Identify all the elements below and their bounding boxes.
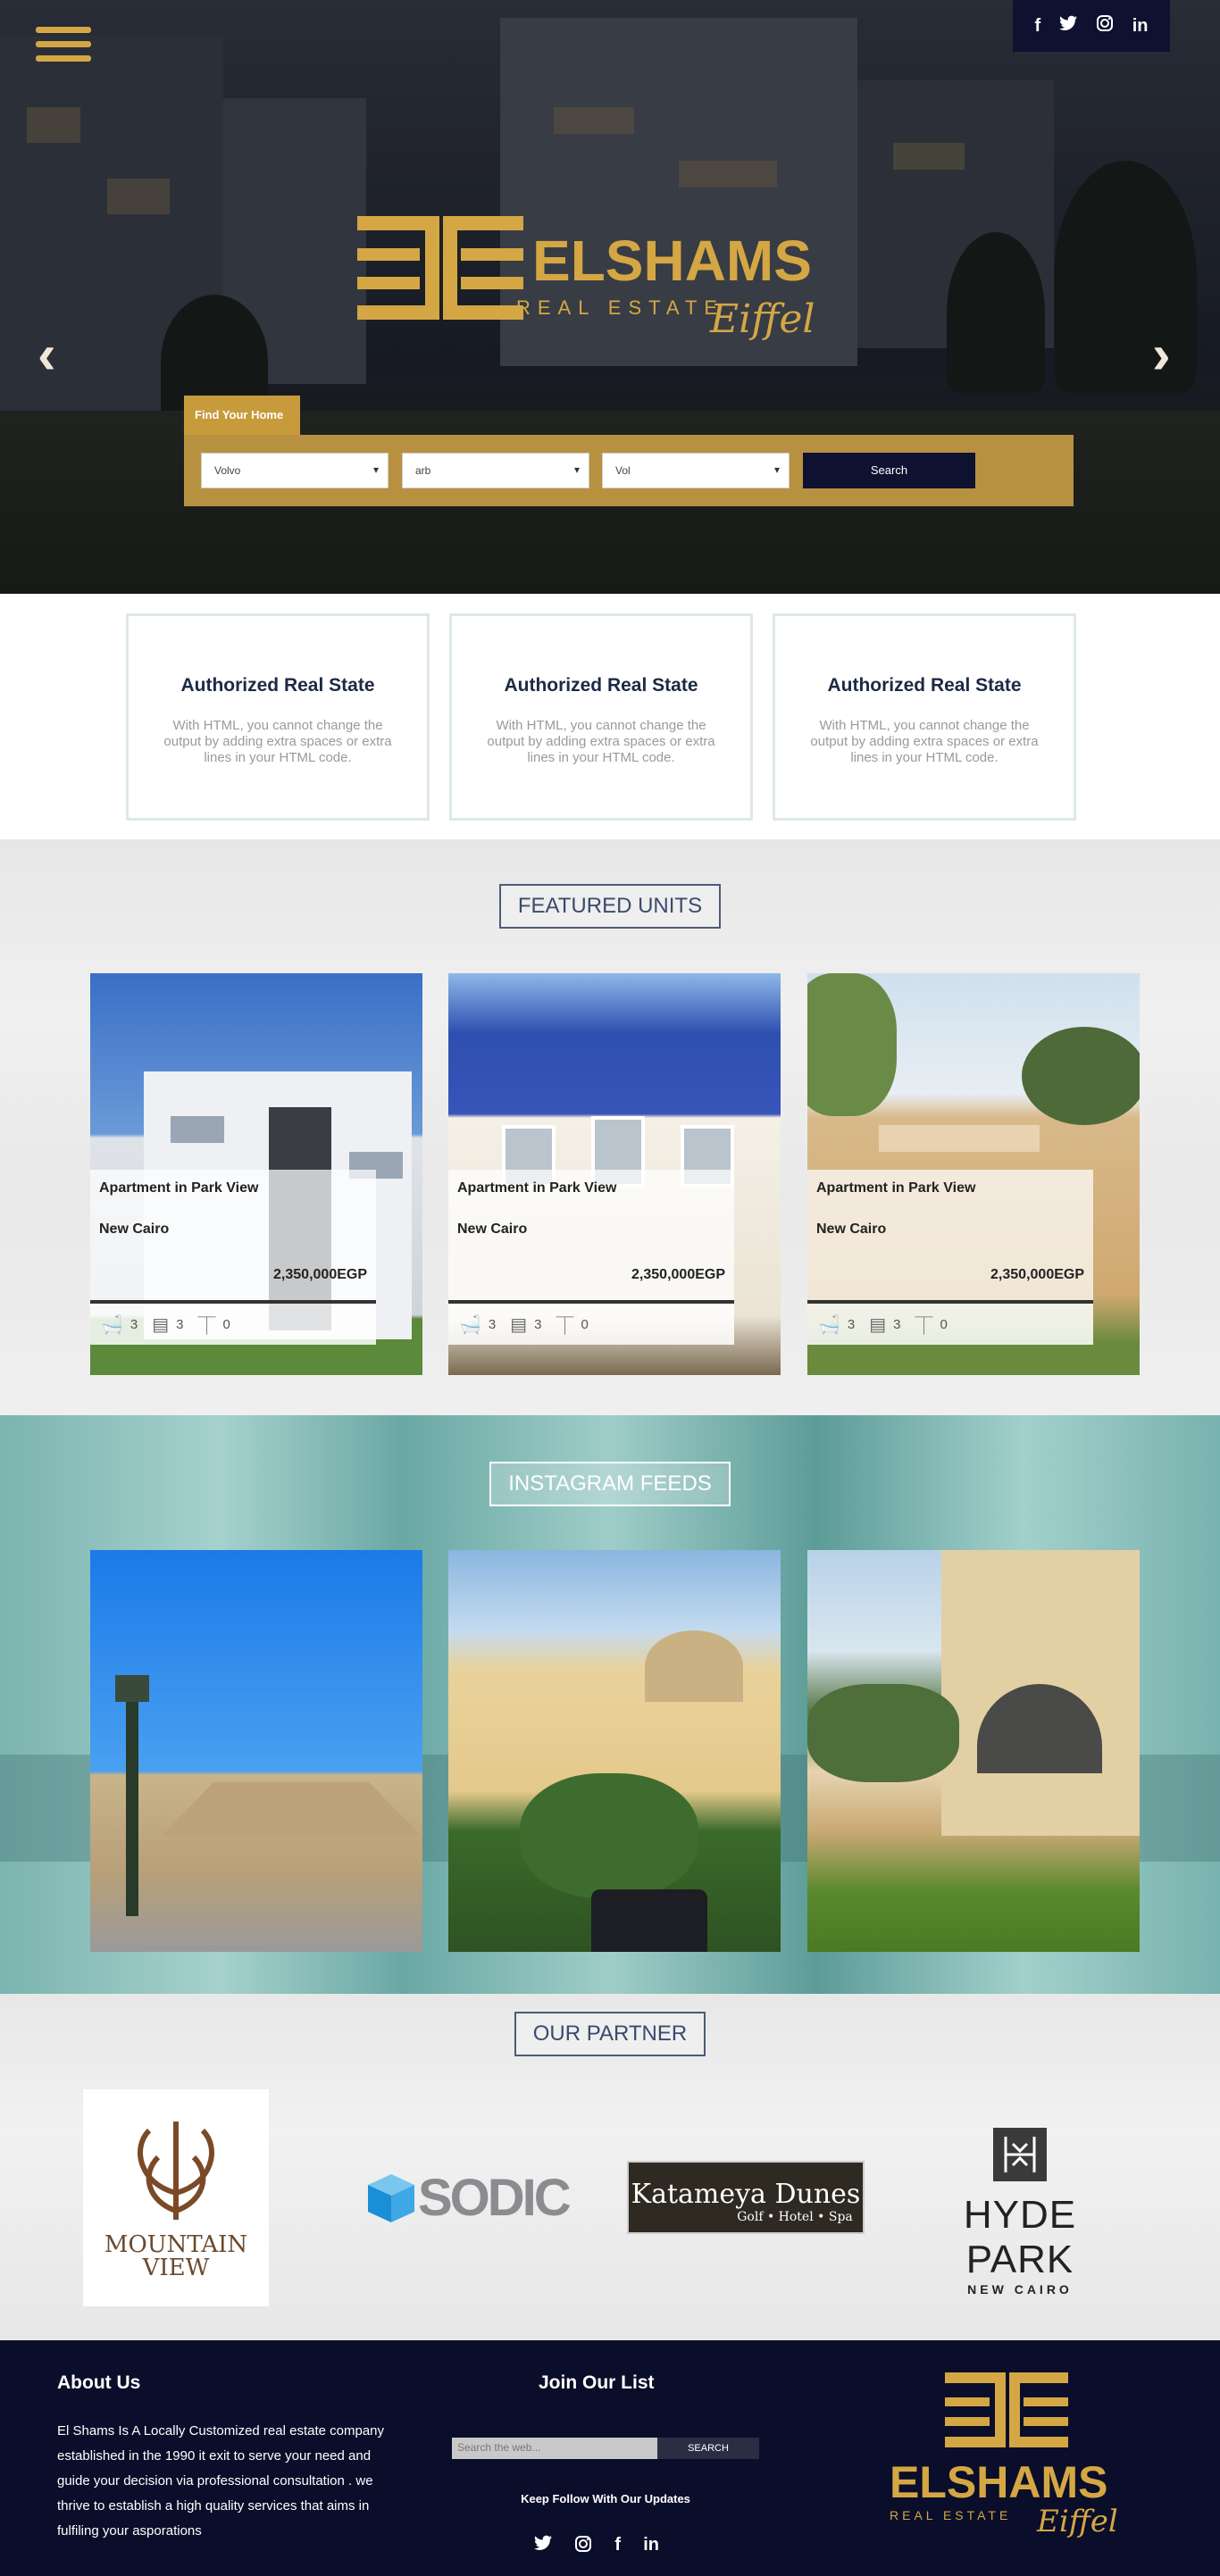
toilet-icon: ⏉ (915, 1316, 933, 1337)
instagram-icon[interactable] (574, 2535, 592, 2558)
logo-sub-text: REAL ESTATE (516, 296, 724, 319)
feature-title: Authorized Real State (827, 675, 1022, 696)
select-filter-1[interactable]: Volvo (201, 453, 389, 488)
unit-price: 2,350,000EGP (631, 1267, 725, 1282)
facebook-icon[interactable]: f (1034, 16, 1040, 37)
instagram-post[interactable] (448, 1550, 781, 1952)
social-bar: f in (1013, 0, 1170, 52)
feature-box: Authorized Real State With HTML, you can… (126, 613, 430, 821)
mountain-view-emblem-icon (138, 2122, 214, 2220)
feature-box: Authorized Real State With HTML, you can… (773, 613, 1076, 821)
select-filter-3[interactable]: Vol (602, 453, 790, 488)
facebook-icon[interactable]: f (614, 2535, 621, 2558)
elshams-logo: ELSHAMS REAL ESTATE Eiffel (357, 216, 815, 342)
footer-social: f in (534, 2535, 659, 2558)
unit-amenities: 🛁 3 ▤ 3 ⏉ 0 (448, 1304, 734, 1345)
toilet-icon: ⏉ (556, 1316, 574, 1337)
unit-location: New Cairo (99, 1221, 170, 1237)
join-title: Join Our List (539, 2372, 655, 2393)
instagram-post[interactable] (807, 1550, 1140, 1952)
footer: About Us El Shams Is A Locally Customize… (0, 2340, 1220, 2576)
linkedin-icon[interactable]: in (1132, 16, 1149, 37)
unit-price: 2,350,000EGP (990, 1267, 1084, 1282)
sodic-text: SODIC (418, 2168, 572, 2227)
partners-title: OUR PARTNER (514, 2012, 706, 2056)
unit-location: New Cairo (816, 1221, 887, 1237)
bed-icon: ▤ (869, 1314, 887, 1335)
bath-icon: 🛁 (459, 1314, 481, 1335)
hyde-park-emblem-icon (993, 2128, 1047, 2181)
instagram-section: INSTAGRAM FEEDS (0, 1415, 1220, 1994)
twitter-icon[interactable] (1058, 15, 1077, 37)
unit-info: Apartment in Park View New Cairo 2,350,0… (807, 1170, 1093, 1304)
featured-units-section: FEATURED UNITS Apartment in Park View Ne… (0, 839, 1220, 1415)
unit-title: Apartment in Park View (457, 1180, 617, 1196)
search-button[interactable]: Search (803, 453, 975, 488)
linkedin-icon[interactable]: in (643, 2535, 659, 2558)
unit-amenities: 🛁 3 ▤ 3 ⏉ 0 (807, 1304, 1093, 1345)
bath-icon: 🛁 (101, 1314, 123, 1335)
sodic-cube-icon (368, 2174, 414, 2222)
hyde-park-text: HYDE PARK (963, 2193, 1077, 2281)
unit-card[interactable]: Apartment in Park View New Cairo 2,350,0… (90, 973, 422, 1375)
hyde-park-sub: NEW CAIRO (967, 2282, 1073, 2297)
instagram-post[interactable] (90, 1550, 422, 1952)
feature-text: With HTML, you cannot change the output … (163, 718, 392, 765)
feature-text: With HTML, you cannot change the output … (487, 718, 715, 765)
mountain-view-text: MOUNTAIN VIEW (104, 2231, 248, 2281)
featured-units-title: FEATURED UNITS (499, 884, 721, 929)
partner-sodic[interactable]: SODIC (364, 2168, 586, 2227)
search-bar: Volvo arb Vol Search (184, 435, 1074, 506)
hero-banner: f in ELSHAMS REAL ESTATE Eiffel ‹ › Find… (0, 0, 1220, 594)
unit-title: Apartment in Park View (816, 1180, 976, 1196)
unit-title: Apartment in Park View (99, 1180, 259, 1196)
partner-mountain-view[interactable]: MOUNTAIN VIEW (83, 2089, 269, 2306)
partners-section: OUR PARTNER MOUNTAIN VIEW SODIC Katameya… (0, 1994, 1220, 2340)
hamburger-menu-icon[interactable] (36, 27, 91, 68)
about-title: About Us (57, 2372, 141, 2393)
about-text: El Shams Is A Locally Customized real es… (57, 2423, 385, 2538)
feature-title: Authorized Real State (504, 675, 698, 696)
twitter-icon[interactable] (534, 2535, 552, 2558)
feature-title: Authorized Real State (180, 675, 375, 696)
katameya-name: Katameya Dunes (631, 2179, 861, 2210)
find-home-tab[interactable]: Find Your Home (184, 396, 300, 435)
svg-text:Eiffel: Eiffel (1036, 2504, 1118, 2539)
bath-icon: 🛁 (818, 1314, 840, 1335)
footer-elshams-logo: ELSHAMS REAL ESTATE Eiffel (890, 2372, 1118, 2539)
slider-prev-arrow[interactable]: ‹ (38, 323, 56, 387)
partner-katameya-dunes[interactable]: Katameya Dunes Golf • Hotel • Spa (627, 2161, 865, 2234)
katameya-tag: Golf • Hotel • Spa (737, 2210, 853, 2224)
bed-icon: ▤ (152, 1314, 170, 1335)
features-section: Authorized Real State With HTML, you can… (0, 594, 1220, 839)
newsletter-input[interactable]: Search the web... (452, 2438, 657, 2459)
toilet-icon: ⏉ (197, 1316, 216, 1337)
unit-info: Apartment in Park View New Cairo 2,350,0… (90, 1170, 376, 1304)
keep-follow-text: Keep Follow With Our Updates (521, 2492, 690, 2505)
svg-text:REAL ESTATE: REAL ESTATE (890, 2508, 1011, 2522)
unit-location: New Cairo (457, 1221, 528, 1237)
logo-brand-text: ELSHAMS (532, 229, 812, 293)
newsletter-search-button[interactable]: SEARCH (657, 2438, 759, 2459)
feature-box: Authorized Real State With HTML, you can… (449, 613, 753, 821)
instagram-title: INSTAGRAM FEEDS (489, 1462, 731, 1506)
partner-hyde-park[interactable]: HYDE PARK NEW CAIRO (904, 2128, 1136, 2297)
slider-next-arrow[interactable]: › (1152, 323, 1171, 387)
unit-info: Apartment in Park View New Cairo 2,350,0… (448, 1170, 734, 1304)
unit-card[interactable]: Apartment in Park View New Cairo 2,350,0… (807, 973, 1140, 1375)
feature-text: With HTML, you cannot change the output … (810, 718, 1039, 765)
instagram-icon[interactable] (1096, 14, 1114, 38)
svg-text:ELSHAMS: ELSHAMS (890, 2457, 1107, 2507)
unit-amenities: 🛁 3 ▤ 3 ⏉ 0 (90, 1304, 376, 1345)
bed-icon: ▤ (510, 1314, 528, 1335)
unit-price: 2,350,000EGP (273, 1267, 367, 1282)
unit-card[interactable]: Apartment in Park View New Cairo 2,350,0… (448, 973, 781, 1375)
select-filter-2[interactable]: arb (402, 453, 589, 488)
logo-script-text: Eiffel (709, 296, 815, 342)
